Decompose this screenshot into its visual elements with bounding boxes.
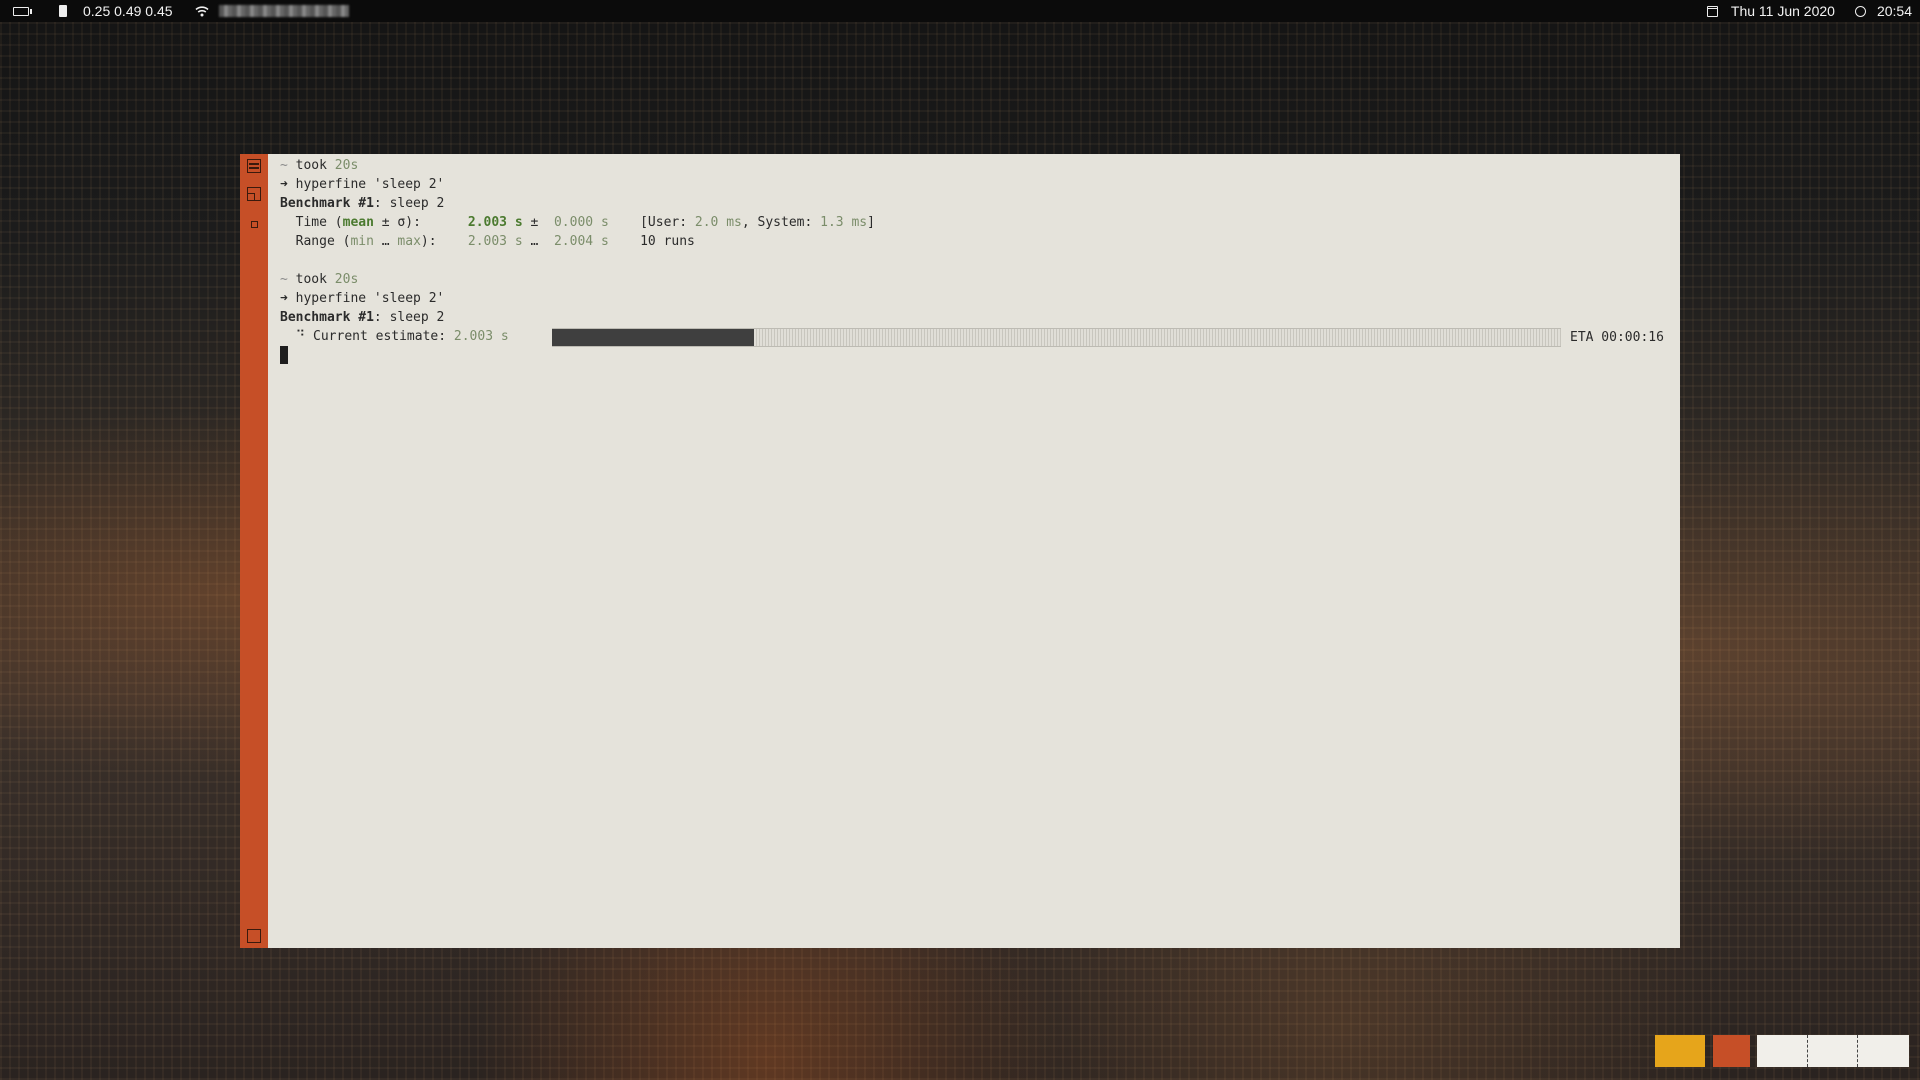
plus-minus: ± (522, 215, 539, 230)
command-text: hyperfine 'sleep 2' (295, 177, 445, 192)
sticky-icon[interactable] (251, 221, 258, 228)
calendar-icon (1706, 5, 1718, 17)
command-line: ➜ hyperfine 'sleep 2' (280, 289, 444, 308)
prompt-took-line: ~ took 20s (280, 270, 358, 289)
command-line: ➜ hyperfine 'sleep 2' (280, 175, 444, 194)
benchmark-label: Benchmark #1 (280, 310, 374, 325)
workspace-2[interactable] (1713, 1035, 1750, 1067)
time-label: Time ( (280, 215, 343, 230)
status-bar: 0.25 0.49 0.45 Thu 11 Jun 2020 20:54 (0, 0, 1920, 22)
estimate-label: Current estimate: (313, 329, 454, 344)
progress-bar-fill (552, 329, 754, 346)
range-min-value: 2.003 s (467, 234, 523, 249)
network-name-blurred (218, 5, 349, 17)
workspace-divider (1857, 1035, 1858, 1067)
wifi-icon (194, 6, 209, 17)
load-average: 0.25 0.49 0.45 (83, 3, 173, 19)
prompt-arrow: ➜ (280, 291, 288, 306)
time-mean-value: 2.003 s (467, 215, 523, 230)
menu-icon[interactable] (247, 159, 261, 173)
range-stats-line: Range (min … max): 2.003 s … 2.004 s 10 … (280, 232, 695, 251)
range-max-value: 2.004 s (553, 234, 609, 249)
benchmark-label: Benchmark #1 (280, 196, 374, 211)
prompt-took-line: ~ took 20s (280, 156, 358, 175)
took-value: 20s (334, 158, 359, 173)
user-label: [User: (640, 215, 695, 230)
estimate-value: 2.003 s (453, 329, 509, 344)
max-label: max (397, 234, 421, 249)
benchmark-name: : sleep 2 (373, 310, 445, 325)
prompt-tilde: ~ (280, 272, 288, 287)
bracket-close: ] (867, 215, 875, 230)
float-toggle-icon[interactable] (247, 187, 261, 201)
prompt-tilde: ~ (280, 158, 288, 173)
progress-bar (552, 328, 1561, 347)
sdcard-icon (59, 5, 67, 17)
benchmark-header: Benchmark #1: sleep 2 (280, 194, 444, 213)
workspace-1[interactable] (1655, 1035, 1705, 1067)
took-label: took (295, 272, 327, 287)
workspace-3[interactable] (1757, 1035, 1909, 1067)
terminal-cursor (280, 346, 288, 364)
battery-icon (13, 6, 32, 16)
system-label: , System: (741, 215, 821, 230)
estimate-line: ⠙ Current estimate: 2.003 s (280, 327, 509, 346)
prompt-arrow: ➜ (280, 177, 288, 192)
system-value: 1.3 ms (820, 215, 868, 230)
range-label-close: ): (420, 234, 437, 249)
time-display: 20:54 (1876, 3, 1912, 19)
user-value: 2.0 ms (694, 215, 742, 230)
range-label: Range ( (280, 234, 351, 249)
range-dots: … (373, 234, 398, 249)
range-separator: … (522, 234, 539, 249)
took-label: took (295, 158, 327, 173)
benchmark-header: Benchmark #1: sleep 2 (280, 308, 444, 327)
took-value: 20s (334, 272, 359, 287)
time-stats-line: Time (mean ± σ): 2.003 s ± 0.000 s [User… (280, 213, 875, 232)
sigma-label: ± σ (373, 215, 406, 230)
eta-label: ETA 00:00:16 (1570, 330, 1664, 345)
benchmark-name: : sleep 2 (373, 196, 445, 211)
time-label-close: ): (405, 215, 421, 230)
spinner-icon: ⠙ (295, 329, 306, 344)
time-sigma-value: 0.000 s (553, 215, 609, 230)
workspace-divider (1807, 1035, 1808, 1067)
terminal-content[interactable]: ~ took 20s ➜ hyperfine 'sleep 2' Benchma… (268, 154, 1680, 948)
maximize-icon[interactable] (247, 929, 261, 943)
command-text: hyperfine 'sleep 2' (295, 291, 445, 306)
mean-label: mean (342, 215, 374, 230)
date-display: Thu 11 Jun 2020 (1730, 3, 1835, 19)
min-label: min (350, 234, 374, 249)
window-sidebar (240, 154, 268, 948)
terminal-window[interactable]: ~ took 20s ➜ hyperfine 'sleep 2' Benchma… (240, 154, 1680, 948)
runs-count: 10 runs (640, 234, 695, 249)
clock-icon (1854, 5, 1866, 17)
